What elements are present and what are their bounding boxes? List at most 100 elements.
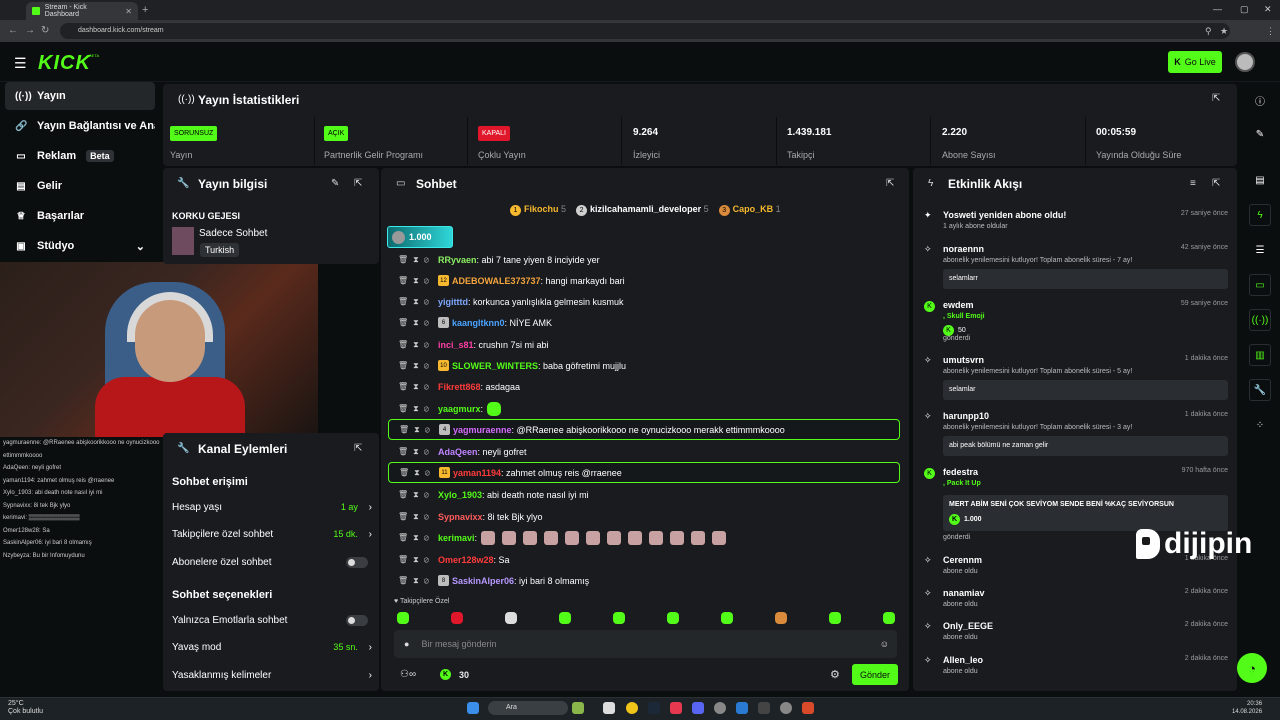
popout-icon[interactable]: ⇱ — [886, 178, 894, 189]
popout-icon[interactable]: ⇱ — [354, 178, 362, 189]
chat-username[interactable]: Xylo_1903 — [438, 490, 482, 500]
chat-bubble-icon[interactable]: ▭ — [1249, 274, 1271, 296]
list-icon[interactable]: ☰ — [1249, 239, 1271, 261]
user-avatar[interactable] — [1235, 52, 1255, 72]
chrome-icon[interactable] — [626, 702, 638, 714]
mod-tools[interactable]: 🗑⧗⊘ — [398, 576, 438, 586]
send-button[interactable]: Gönder — [852, 664, 898, 685]
chat-username[interactable]: SLOWER_WINTERS — [452, 361, 538, 371]
emote-icon[interactable] — [829, 612, 841, 624]
emote-icon[interactable] — [397, 612, 409, 624]
kick-logo[interactable]: KICK — [38, 52, 91, 75]
pinned-kicks-gift[interactable]: 1.000 — [387, 226, 453, 248]
chat-username[interactable]: yaagmurx — [438, 404, 481, 414]
emote-icon[interactable] — [721, 612, 733, 624]
zoom-icon[interactable]: ⚲ — [1205, 26, 1212, 37]
emote-icon[interactable] — [613, 612, 625, 624]
users-icon[interactable]: ⚇∞ — [400, 669, 416, 680]
chat-username[interactable]: kaangltknn0 — [452, 318, 505, 328]
app-icon[interactable] — [758, 702, 770, 714]
wrench-icon[interactable]: 🔧 — [1249, 379, 1271, 401]
weather-widget[interactable]: 25°C Çok bulutlu — [8, 700, 43, 716]
chat-input[interactable]: ● Bir mesaj gönderin ☺ — [394, 630, 897, 658]
mod-tools[interactable]: 🗑⧗⊘ — [398, 404, 438, 414]
maximize-icon[interactable]: ▢ — [1240, 4, 1249, 15]
chat-username[interactable]: SaskinAlper06 — [452, 576, 514, 586]
steam-icon[interactable] — [648, 702, 660, 714]
mod-tools[interactable]: 🗑⧗⊘ — [398, 447, 438, 457]
taskbar-search[interactable]: Ara — [488, 701, 568, 715]
chat-username[interactable]: yagmuraenne — [453, 425, 512, 435]
sidebar-item-stream-key[interactable]: 🔗 Yayın Bağlantısı ve Anahtarı — [5, 112, 155, 140]
mod-tools[interactable]: 🗑⧗⊘ — [398, 255, 438, 265]
sidebar-item-studio[interactable]: ▣ Stüdyo ⌄ — [5, 232, 155, 260]
task-view-icon[interactable] — [603, 702, 615, 714]
sidebar-item-revenue[interactable]: ▤ Gelir — [5, 172, 155, 200]
mod-tools[interactable]: 🗑⧗⊘ — [399, 468, 439, 478]
sticker-icon[interactable]: ● — [404, 639, 409, 649]
browser-menu-icon[interactable]: ⋮ — [1266, 26, 1275, 37]
emote-icon[interactable] — [451, 612, 463, 624]
mod-tools[interactable]: 🗑⧗⊘ — [398, 297, 438, 307]
emote-icon[interactable] — [505, 612, 517, 624]
new-tab-icon[interactable]: + — [142, 4, 148, 16]
edit-pencil-icon[interactable]: ✎ — [331, 178, 339, 189]
popout-icon[interactable]: ⇱ — [1212, 93, 1220, 104]
support-headset-icon[interactable]: ◔ — [1237, 653, 1267, 683]
emotes-only-toggle[interactable] — [346, 615, 368, 626]
layout-icon[interactable]: ▤ — [1249, 169, 1271, 191]
mod-tools[interactable]: 🗑⧗⊘ — [398, 490, 438, 500]
emote-icon[interactable] — [667, 612, 679, 624]
mod-tools[interactable]: 🗑⧗⊘ — [398, 512, 438, 522]
mod-tools[interactable]: 🗑⧗⊘ — [398, 533, 438, 543]
emote-icon[interactable] — [775, 612, 787, 624]
layers-icon[interactable]: ▥ — [1249, 344, 1271, 366]
settings-gear-icon[interactable] — [780, 702, 792, 714]
mod-tools[interactable]: 🗑⧗⊘ — [398, 276, 438, 286]
popout-icon[interactable]: ⇱ — [1212, 178, 1220, 189]
system-clock[interactable]: 20:36 14.08.2026 — [1232, 700, 1262, 716]
chat-username[interactable]: ADEBOWALE373737 — [452, 276, 541, 286]
close-tab-icon[interactable]: ✕ — [125, 7, 132, 16]
app-icon[interactable] — [736, 702, 748, 714]
banned-words-row[interactable]: Yasaklanmış kelimeler › — [172, 670, 372, 681]
back-icon[interactable]: ← — [8, 25, 18, 36]
slow-mode-row[interactable]: Yavaş mod 35 sn. › — [172, 642, 372, 653]
info-icon[interactable]: ⓘ — [1249, 89, 1271, 111]
mod-tools[interactable]: 🗑⧗⊘ — [399, 425, 439, 435]
go-live-button[interactable]: K Go Live — [1168, 51, 1222, 73]
reload-icon[interactable]: ↻ — [41, 25, 49, 36]
close-window-icon[interactable]: ✕ — [1264, 4, 1272, 15]
broadcast-icon[interactable]: ((·)) — [1249, 309, 1271, 331]
chat-username[interactable]: inci_s81 — [438, 340, 474, 350]
account-age-row[interactable]: Hesap yaşı 1 ay › — [172, 502, 372, 513]
apps-icon[interactable]: ⁘ — [1249, 414, 1271, 436]
windows-start-icon[interactable] — [467, 702, 479, 714]
forward-icon[interactable]: → — [25, 25, 35, 36]
sidebar-item-ads[interactable]: ▭ Reklam Beta — [5, 142, 155, 170]
mod-tools[interactable]: 🗑⧗⊘ — [398, 340, 438, 350]
chat-username[interactable]: AdaQeen — [438, 447, 478, 457]
popout-icon[interactable]: ⇱ — [354, 443, 362, 454]
emoji-picker-icon[interactable]: ☺ — [880, 639, 889, 649]
mod-tools[interactable]: 🗑⧗⊘ — [398, 555, 438, 565]
obs-icon[interactable] — [714, 702, 726, 714]
chat-username[interactable]: yigitttd — [438, 297, 468, 307]
hamburger-menu-icon[interactable]: ☰ — [14, 55, 27, 72]
mod-tools[interactable]: 🗑⧗⊘ — [398, 318, 438, 328]
chat-username[interactable]: yaman1194 — [453, 468, 501, 478]
sidebar-item-stream[interactable]: ((·)) Yayın — [5, 82, 155, 110]
mod-tools[interactable]: 🗑⧗⊘ — [398, 382, 438, 392]
app-icon[interactable] — [670, 702, 682, 714]
chat-username[interactable]: Sypnavixx — [438, 512, 483, 522]
minimize-icon[interactable]: — — [1213, 4, 1222, 14]
lightning-icon[interactable]: ϟ — [1249, 204, 1271, 226]
sidebar-item-achievements[interactable]: ♕ Başarılar — [5, 202, 155, 230]
emote-icon[interactable] — [559, 612, 571, 624]
chat-username[interactable]: RRyvaen — [438, 255, 477, 265]
chat-username[interactable]: Fikrett868 — [438, 382, 481, 392]
mod-tools[interactable]: 🗑⧗⊘ — [398, 361, 438, 371]
emote-icon[interactable] — [883, 612, 895, 624]
chat-username[interactable]: kerimavi — [438, 533, 475, 543]
edit-pencil-icon[interactable]: ✎ — [1249, 123, 1271, 145]
